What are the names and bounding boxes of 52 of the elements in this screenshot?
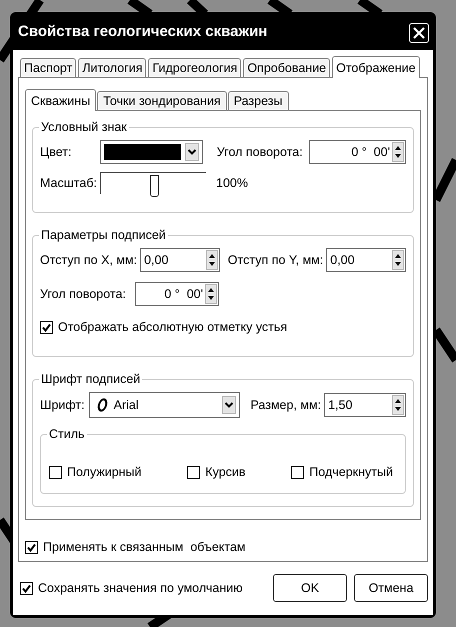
spin-buttons[interactable] xyxy=(206,250,218,270)
spin-buttons[interactable] xyxy=(392,250,404,270)
spin-buttons[interactable] xyxy=(392,395,404,415)
chevron-down-icon[interactable] xyxy=(222,396,236,414)
checkbox-label: Применять к связанным объектам xyxy=(43,539,246,556)
tab[interactable]: Опробование xyxy=(243,58,330,77)
checkbox-label: Отображать абсолютную отметку устья xyxy=(58,319,288,336)
tab[interactable]: Гидрогеология xyxy=(148,58,242,77)
font-type-icon xyxy=(96,398,108,412)
chevron-down-icon[interactable] xyxy=(184,143,199,161)
window-title: Свойства геологических скважин xyxy=(18,22,268,42)
checkbox[interactable] xyxy=(20,582,33,594)
spin-field[interactable]: 0,00 xyxy=(140,248,220,272)
scale-value: 100% xyxy=(216,174,248,192)
checkbox-label: Курсив xyxy=(205,464,246,481)
spin-field[interactable]: 0 ° 00' xyxy=(135,282,219,306)
checkbox[interactable] xyxy=(187,466,200,478)
tab[interactable]: Точки зондирования xyxy=(97,91,227,110)
tab[interactable]: Литология xyxy=(78,58,146,77)
font-dropdown[interactable]: Arial xyxy=(88,392,240,418)
field-label: Угол поворота: xyxy=(40,286,127,303)
field-label: Размер, мм: xyxy=(250,396,322,414)
field-label: Шрифт: xyxy=(40,396,85,414)
field-label: Цвет: xyxy=(40,144,72,161)
group-title: Шрифт подписей xyxy=(39,371,142,387)
dialog-button[interactable]: Отмена xyxy=(354,574,428,602)
checkbox[interactable] xyxy=(25,540,38,554)
spin-field[interactable]: 0 ° 00' xyxy=(308,140,406,164)
field-label: Угол поворота: xyxy=(216,144,303,161)
spin-field[interactable]: 1,50 xyxy=(324,393,406,417)
tab[interactable]: Отображение xyxy=(332,56,420,78)
tab[interactable]: Паспорт xyxy=(20,58,76,77)
spin-field[interactable]: 0,00 xyxy=(326,248,406,272)
checkbox-label: Сохранять значения по умолчанию xyxy=(38,580,243,597)
tab[interactable]: Разрезы xyxy=(228,91,289,110)
checkbox[interactable] xyxy=(49,466,62,478)
checkbox[interactable] xyxy=(291,466,304,478)
slider[interactable] xyxy=(100,172,206,194)
color-dropdown[interactable] xyxy=(100,140,203,164)
dialog-button[interactable]: OK xyxy=(273,574,347,602)
slider-thumb[interactable] xyxy=(150,175,158,197)
field-label: Масштаб: xyxy=(40,174,98,192)
close-button[interactable] xyxy=(409,22,429,42)
tab[interactable]: Скважины xyxy=(25,89,96,111)
checkbox[interactable] xyxy=(40,320,53,334)
group-title: Параметры подписей xyxy=(39,227,168,243)
field-label: Отступ по X, мм: xyxy=(40,252,138,269)
spin-buttons[interactable] xyxy=(205,284,217,304)
field-label: Отступ по Y, мм: xyxy=(228,252,324,269)
checkbox-label: Подчеркнутый xyxy=(309,464,393,481)
spin-buttons[interactable] xyxy=(392,142,404,162)
checkbox-label: Полужирный xyxy=(67,464,142,481)
